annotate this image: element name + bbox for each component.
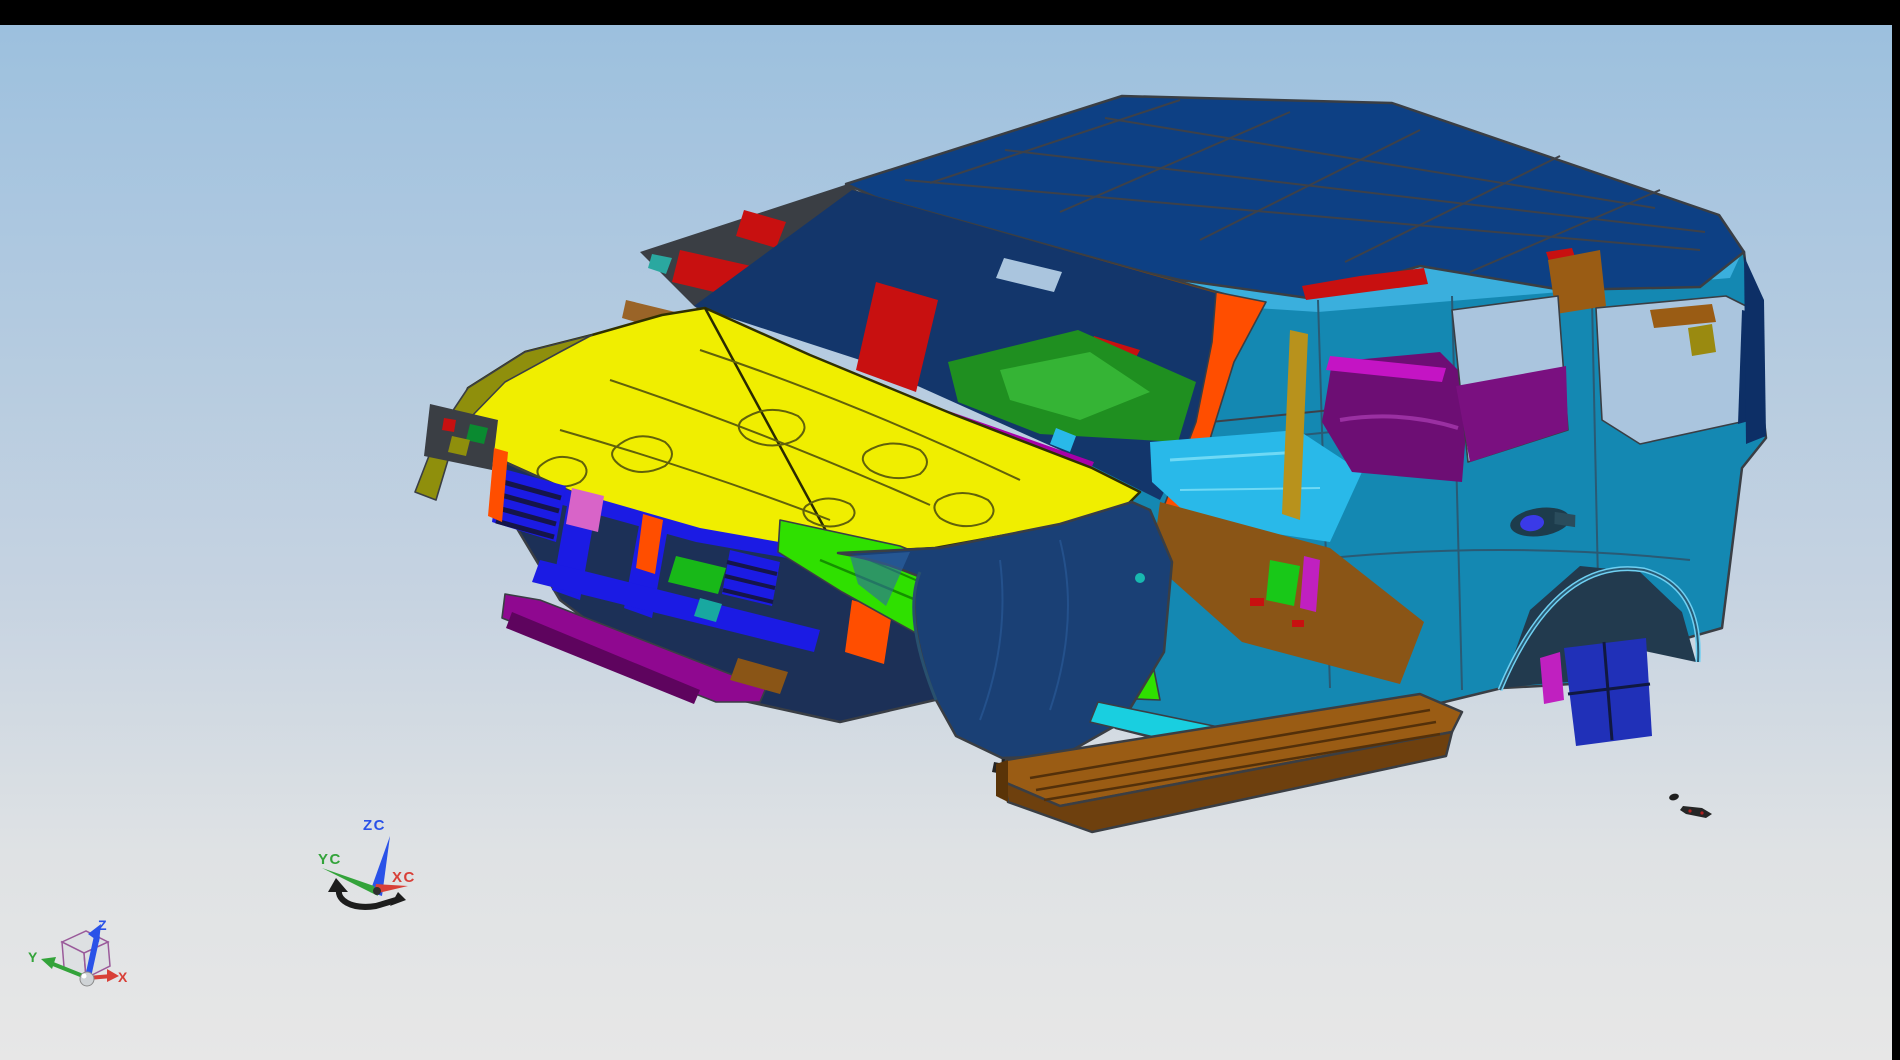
car-body-model[interactable] [415, 96, 1766, 832]
cad-3d-canvas[interactable]: ZC YC XC Z Y X [0, 0, 1900, 1060]
datum-x-label: X [118, 969, 128, 985]
datum-csys[interactable]: Z Y X [28, 917, 128, 986]
datum-y-axis[interactable] [41, 957, 56, 969]
wcs-triad[interactable]: ZC YC XC [318, 817, 416, 907]
datum-z-label: Z [98, 917, 107, 933]
window-right-scrollbar[interactable] [1892, 0, 1900, 1060]
application-window: ZC YC XC Z Y X [0, 0, 1900, 1060]
datum-y-label: Y [28, 949, 38, 965]
wcs-zc-label: ZC [363, 817, 386, 834]
window-top-bar [0, 0, 1900, 25]
wcs-yc-label: YC [318, 851, 342, 868]
rear-corner-pillar[interactable] [1744, 256, 1766, 444]
debris-fragments[interactable] [1668, 793, 1712, 818]
quarter-window-opening[interactable] [1596, 296, 1758, 444]
wcs-xc-label: XC [392, 869, 416, 886]
